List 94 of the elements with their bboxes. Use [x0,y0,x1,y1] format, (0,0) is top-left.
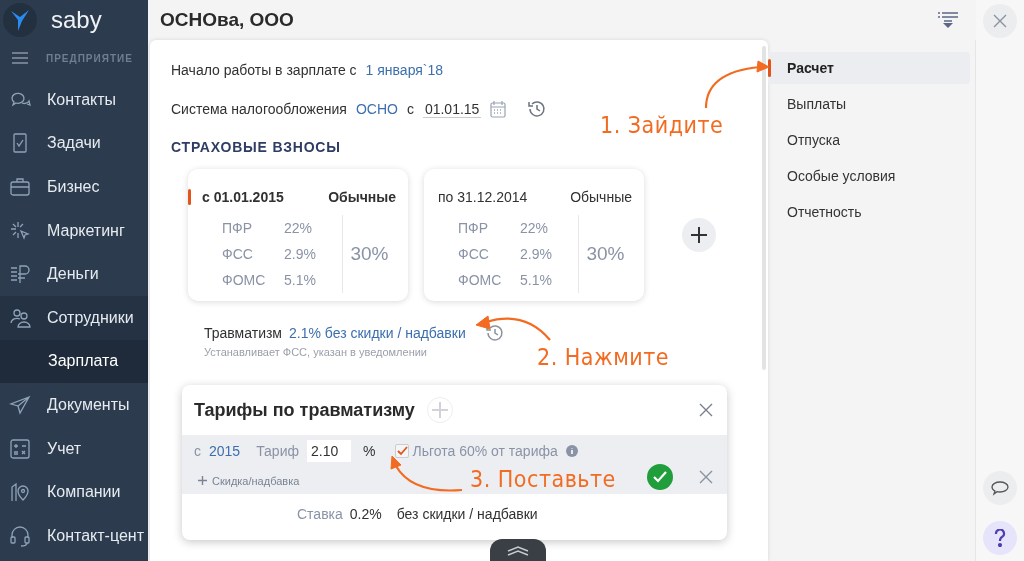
sidebar-item[interactable]: Задачи [0,121,148,166]
plus-icon [430,401,449,419]
benefit-checkbox[interactable] [395,444,410,458]
fund-rate: 5.1% [284,272,316,288]
case-icon [9,176,31,198]
add-button[interactable] [682,218,716,252]
from-label: с [194,443,201,459]
checkmark-icon [653,470,667,483]
fund-name: ПФР [222,220,254,236]
period-label: с 01.01.2015 [202,189,284,205]
fund-rate: 2.9% [520,246,552,262]
headset-icon [9,524,31,547]
collapse-handle[interactable] [490,539,546,561]
fund-name: ФСС [458,246,490,262]
annotation-arrow [704,60,770,109]
sidebar-item[interactable]: Контакт-цент [0,513,148,558]
total-rate: 30% [585,242,626,266]
close-button[interactable] [983,4,1017,38]
fund-rate: 2.9% [284,246,316,262]
fund-rate: 22% [284,220,313,236]
sidebar-item[interactable]: Документы [0,383,148,427]
question-mark-icon [994,529,1006,547]
sidebar-item[interactable]: Сотрудники [0,295,148,340]
close-icon [993,14,1007,28]
injury-rate-link[interactable]: 2.1% без скидки / надбавки [289,325,466,341]
fund-rate: 22% [520,220,549,236]
close-icon[interactable] [699,403,713,417]
date-field[interactable]: 01.01.15 [422,100,482,118]
rate-input[interactable]: 2.10 [307,440,351,462]
period-label: по 31.12.2014 [438,189,528,205]
speech-bubble-icon [991,480,1009,496]
sidebar-item[interactable]: Маркетинг [0,208,148,253]
logo-text: saby [51,6,102,34]
menu-icon[interactable] [12,52,28,64]
fund-name: ФСС [222,246,254,262]
pin-icon [9,481,31,504]
calc-icon [9,437,31,460]
type-label: Обычные [328,189,396,205]
field-label: Система налогообложения [171,101,347,117]
logo-icon[interactable] [3,3,37,37]
section-label: ПРЕДПРИЯТИЕ [46,52,133,64]
annotation-text: 1. Зайдите [600,112,724,138]
sidebar-item[interactable]: Компании [0,470,148,514]
history-icon[interactable] [527,99,548,119]
nav-item[interactable]: Отпуска [768,124,970,156]
spark-icon [9,219,31,242]
info-icon[interactable] [565,445,578,457]
total-rate: 30% [349,242,390,266]
people-icon [9,306,31,329]
close-icon[interactable] [699,469,713,484]
sidebar-subitem[interactable]: Зарплата [0,339,148,384]
tax-system-link[interactable]: ОСНО [355,101,398,117]
fund-name: ФОМС [458,272,503,288]
annotation-text: 2. Нажмите [537,344,670,370]
history-icon[interactable] [484,323,505,343]
field-label: Начало работы в зарплате с [171,62,357,78]
plus-icon [690,226,708,244]
double-chevron-icon [507,546,529,556]
rate-label: Тариф [256,443,299,459]
nav-item[interactable]: Отчетность [768,196,970,228]
field-label: Травматизм [204,325,282,341]
nav-item[interactable]: Расчет [768,52,970,84]
filter-icon[interactable] [938,12,958,28]
annotation-text: 3. Поставьте [470,466,616,492]
rate-card[interactable]: с 01.01.2015 Обычные ПФР 22% ФСС 2.9% ФОМС 5.1% 30% [188,169,408,301]
dialog-title: Тарифы по травматизму [194,399,415,421]
page-title: ОСНОва, ООО [160,9,294,31]
confirm-button[interactable] [647,463,673,490]
help-button[interactable] [983,521,1017,555]
summary-value: 0.2% [349,506,382,522]
hint-text: Устанавливает ФСС, указан в уведомлении [204,346,427,358]
year-link[interactable]: 2015 [209,443,241,459]
type-label: Обычные [570,189,632,205]
nav-item[interactable]: Выплаты [768,88,970,120]
fund-name: ПФР [458,220,490,236]
from-label: с [406,101,414,117]
plus-icon [198,476,207,485]
sidebar-item[interactable]: Контакты [0,78,148,122]
nav-item[interactable]: Особые условия [768,160,970,192]
money-icon [9,263,31,286]
plane-icon [9,393,31,416]
fund-name: ФОМС [222,272,267,288]
chat-button[interactable] [983,471,1017,505]
sidebar-item[interactable]: Учет [0,426,148,471]
rate-card[interactable]: по 31.12.2014 Обычные ПФР 22% ФСС 2.9% ФОМС 5.1% 30% [424,169,644,301]
unit-label: % [363,443,376,459]
fund-rate: 5.1% [520,272,552,288]
sidebar-item[interactable]: Бизнес [0,165,148,209]
section-title: СТРАХОВЫЕ ВЗНОСЫ [171,139,342,155]
summary-note: без скидки / надбавки [396,506,538,522]
sidebar-item[interactable]: Деньги [0,252,148,296]
date-link[interactable]: 1 января`18 [365,62,444,78]
summary-label: Ставка [297,506,343,522]
calendar-icon[interactable] [490,100,507,118]
